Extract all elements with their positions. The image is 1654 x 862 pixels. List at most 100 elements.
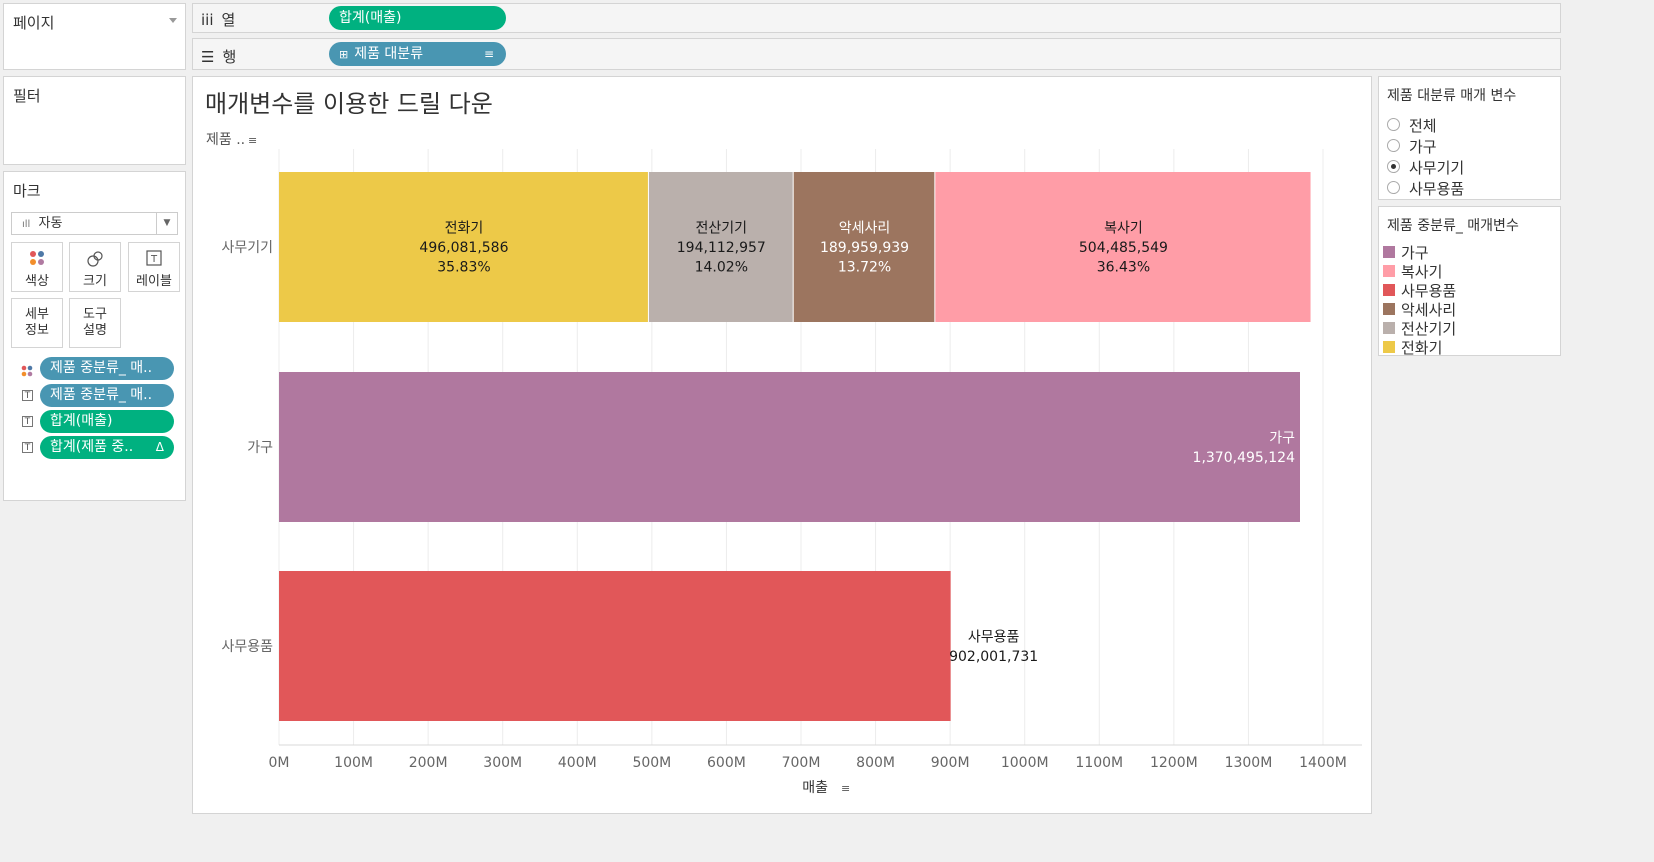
- svg-text:T: T: [150, 254, 158, 265]
- legend-label[interactable]: 전화기: [1401, 337, 1442, 358]
- columns-shelf[interactable]: iii 열 합계(매출): [192, 3, 1561, 33]
- pages-dropdown-icon[interactable]: [169, 18, 177, 23]
- parameter-title: 제품 대분류 매개 변수: [1387, 88, 1517, 104]
- legend-swatch[interactable]: [1383, 341, 1395, 353]
- legend-label[interactable]: 전산기기: [1401, 318, 1456, 339]
- legend-label[interactable]: 사무용품: [1401, 280, 1456, 301]
- sort-icon: ≡: [248, 134, 257, 147]
- x-tick-label: 0M: [269, 755, 290, 771]
- x-tick-label: 600M: [707, 755, 746, 771]
- expand-plus-icon[interactable]: ⊞: [339, 48, 348, 61]
- parameter-option-label[interactable]: 전체: [1409, 115, 1437, 136]
- rows-pill-product-category[interactable]: ⊞ 제품 대분류 ≡: [329, 42, 506, 66]
- bar-segment: [279, 372, 1300, 522]
- marks-title: 마크: [13, 182, 41, 200]
- x-tick-label: 100M: [334, 755, 373, 771]
- x-tick-label: 1400M: [1299, 755, 1347, 771]
- parameter-option-label[interactable]: 사무용품: [1409, 178, 1464, 199]
- parameter-radio-4[interactable]: [1387, 181, 1400, 194]
- field-pill-sum-subcategory[interactable]: 합계(제품 중.. Δ: [40, 436, 174, 459]
- parameter-radio-1[interactable]: [1387, 118, 1400, 131]
- field-pill-sum-sales[interactable]: 합계(매출): [40, 410, 174, 433]
- parameter-option-label[interactable]: 사무기기: [1409, 157, 1464, 178]
- bar-data-label: 36.43%: [1097, 260, 1150, 276]
- legend-swatch[interactable]: [1383, 284, 1395, 296]
- parameter-panel: 제품 대분류 매개 변수 전체 가구 사무기기 사무용품: [1378, 76, 1561, 200]
- field-pill-subcategory-label[interactable]: 제품 중분류_ 매..: [40, 384, 174, 407]
- rows-shelf-label: ☰ 행: [201, 48, 237, 66]
- parameter-radio-3[interactable]: [1387, 160, 1400, 173]
- x-tick-label: 500M: [632, 755, 671, 771]
- columns-icon: iii: [201, 11, 214, 29]
- delta-icon: Δ: [155, 440, 164, 454]
- legend-swatch[interactable]: [1383, 265, 1395, 277]
- tooltip-label: 도구 설명: [83, 307, 107, 338]
- chevron-down-icon[interactable]: ▼: [156, 213, 177, 234]
- legend-label[interactable]: 악세사리: [1401, 299, 1456, 320]
- label-t-icon: T: [22, 416, 33, 427]
- bar-chart-icon: ıll: [22, 219, 31, 230]
- legend-swatch[interactable]: [1383, 246, 1395, 258]
- mark-type-select[interactable]: ıll 자동 ▼: [11, 212, 178, 235]
- bar-data-label: 189,959,939: [820, 240, 909, 256]
- bar-data-label: 194,112,957: [677, 240, 766, 256]
- bar-data-label: 496,081,586: [419, 240, 508, 256]
- size-button[interactable]: 크기: [69, 242, 121, 292]
- x-tick-label: 1100M: [1075, 755, 1123, 771]
- legend-label[interactable]: 가구: [1401, 242, 1429, 263]
- sort-icon[interactable]: ≡: [484, 42, 494, 66]
- mark-field-pct: T 합계(제품 중.. Δ: [4, 435, 187, 460]
- filters-title: 필터: [13, 87, 41, 105]
- pages-panel: 페이지: [3, 3, 186, 70]
- bar-segment: [279, 571, 951, 721]
- legend-label[interactable]: 복사기: [1401, 261, 1442, 282]
- mark-field-color: 제품 중분류_ 매..: [4, 356, 187, 381]
- rows-shelf[interactable]: ☰ 행 ⊞ 제품 대분류 ≡: [192, 38, 1561, 70]
- legend-swatch[interactable]: [1383, 322, 1395, 334]
- row-category-label: 사무기기: [221, 240, 273, 256]
- x-axis-label: 매출: [802, 780, 828, 796]
- field-pill-subcategory-color[interactable]: 제품 중분류_ 매..: [40, 357, 174, 380]
- mark-field-sales: T 합계(매출): [4, 409, 187, 434]
- x-tick-label: 1000M: [1001, 755, 1049, 771]
- bar-data-label: 14.02%: [695, 260, 748, 276]
- x-tick-label: 400M: [558, 755, 597, 771]
- chart-title: 매개변수를 이용한 드릴 다운: [205, 90, 493, 118]
- parameter-option-label[interactable]: 가구: [1409, 136, 1437, 157]
- row-category-label: 사무용품: [221, 639, 273, 655]
- bar-data-label: 504,485,549: [1079, 240, 1168, 256]
- x-tick-label: 300M: [483, 755, 522, 771]
- tooltip-button[interactable]: 도구 설명: [69, 298, 121, 348]
- mark-field-label: T 제품 중분류_ 매..: [4, 383, 187, 408]
- detail-button[interactable]: 세부 정보: [11, 298, 63, 348]
- parameter-radio-2[interactable]: [1387, 139, 1400, 152]
- x-tick-label: 200M: [409, 755, 448, 771]
- bar-data-label: 복사기: [1104, 221, 1143, 237]
- x-tick-label: 1300M: [1225, 755, 1273, 771]
- color-dots-icon: [12, 250, 62, 268]
- detail-label: 세부 정보: [25, 307, 49, 338]
- row-category-label: 가구: [247, 440, 273, 456]
- bar-data-label: 악세사리: [839, 221, 891, 237]
- bar-data-label: 902,001,731: [949, 649, 1038, 665]
- label-t-icon: T: [22, 390, 33, 401]
- columns-pill-sum-sales[interactable]: 합계(매출): [329, 6, 506, 30]
- legend-title: 제품 중분류_ 매개변수: [1387, 218, 1519, 234]
- filters-panel[interactable]: 필터: [3, 76, 186, 165]
- marks-panel: 마크 ıll 자동 ▼ 색상 크기 T 레이블 세부 정보 도구 설명 제품 중분류…: [3, 171, 186, 501]
- rows-list-icon: ☰: [201, 48, 215, 66]
- row-header-label: 제품 ..: [206, 132, 245, 148]
- label-button[interactable]: T 레이블: [128, 242, 180, 292]
- chart-panel: 매개변수를 이용한 드릴 다운제품 .. ≡ 0M 100M 200M 300M 400M 5…: [192, 76, 1372, 814]
- x-tick-label: 1200M: [1150, 755, 1198, 771]
- legend-panel: 제품 중분류_ 매개변수 가구 복사기 사무용품 악세사리 전산기기 전화기: [1378, 206, 1561, 358]
- bar-data-label: 전산기기: [696, 221, 748, 237]
- color-button[interactable]: 색상: [11, 242, 63, 292]
- x-tick-label: 800M: [856, 755, 895, 771]
- legend-swatch[interactable]: [1383, 303, 1395, 315]
- x-tick-label: 900M: [931, 755, 970, 771]
- bar-data-label: 가구: [1269, 430, 1295, 446]
- bar-data-label: 13.72%: [838, 260, 891, 276]
- text-t-icon: T: [129, 250, 179, 268]
- pages-title: 페이지: [13, 14, 55, 32]
